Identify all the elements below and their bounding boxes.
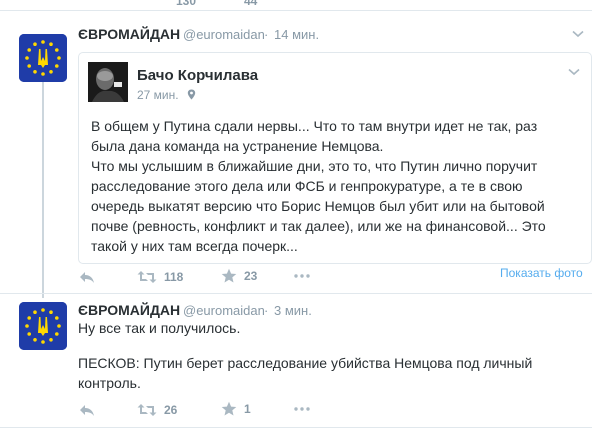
quoted-text-line: Что мы услышим в ближайшие дни, это то, …	[91, 158, 538, 174]
euromaidan-avatar[interactable]	[19, 302, 67, 350]
author-photo-icon	[88, 62, 128, 102]
reply-icon	[80, 272, 94, 283]
tweet-timestamp[interactable]: 3 мин.	[274, 303, 312, 318]
more-button[interactable]	[294, 407, 310, 411]
tweet-text-line: контроль.	[78, 375, 141, 391]
favorite-button[interactable]: 23	[221, 268, 257, 284]
quoted-text-line: была дана команда на устранение Немцова.	[91, 138, 384, 154]
star-icon	[221, 268, 237, 283]
location-pin-icon	[187, 89, 196, 100]
divider	[0, 293, 592, 294]
divider	[0, 427, 592, 428]
retweet-icon	[137, 271, 157, 283]
show-photo-link[interactable]: Показать фото	[500, 266, 583, 280]
previous-tweet-actions: 130 44	[0, 0, 592, 9]
retweet-count: 26	[164, 403, 178, 417]
euromaidan-emblem-icon	[19, 302, 67, 350]
tweet-text-line: ПЕСКОВ: Путин берет расследование убийст…	[78, 355, 533, 371]
tweet-timestamp[interactable]: 14 мин.	[274, 27, 319, 42]
tweet-author-handle[interactable]: @euromaidan	[183, 303, 265, 318]
more-button[interactable]	[294, 274, 310, 278]
star-icon	[221, 401, 237, 416]
quoted-text-line: расследование этого дела или ФСБ и генпр…	[91, 178, 523, 194]
chevron-down-icon[interactable]	[568, 68, 580, 76]
retweet-button[interactable]: 26	[137, 403, 177, 417]
retweet-count: 118	[164, 270, 184, 284]
tweet-author-name[interactable]: ЄВРОМАЙДАН	[78, 302, 180, 318]
favorite-count: 23	[244, 269, 258, 283]
quoted-author-name[interactable]: Бачо Корчилава	[137, 67, 258, 84]
previous-like-count: 44	[244, 0, 258, 8]
more-dots-icon	[294, 407, 310, 411]
quoted-text-line: В общем у Путина сдали нервы... Что то т…	[91, 118, 538, 134]
chevron-down-icon[interactable]	[572, 30, 584, 38]
favorite-button[interactable]: 1	[221, 401, 251, 417]
euromaidan-avatar[interactable]	[19, 34, 67, 82]
tweet-time-separator: ·	[264, 303, 269, 318]
quoted-tweet-card[interactable]: Бачо Корчилава 27 мин. В общем у Путина …	[78, 52, 592, 264]
quoted-tweet-text: В общем у Путина сдали нервы... Что то т…	[91, 116, 586, 256]
quoted-author-avatar[interactable]	[88, 62, 128, 102]
tweet-time-separator: ·	[264, 27, 269, 42]
tweet-text-line: Ну все так и получилось.	[78, 320, 241, 336]
reply-button[interactable]	[78, 270, 96, 284]
divider	[0, 10, 592, 11]
quoted-text-line: такой у них там всегда почерк...	[91, 238, 298, 254]
previous-retweet-count: 130	[176, 0, 197, 8]
tweet-author-handle[interactable]: @euromaidan	[183, 27, 265, 42]
more-dots-icon	[294, 274, 310, 278]
tweet-author-name[interactable]: ЄВРОМАЙДАН	[78, 26, 180, 42]
favorite-count: 1	[244, 402, 251, 416]
quoted-text-line: почве (ревность, конфликт и так далее), …	[91, 218, 546, 234]
retweet-icon	[137, 404, 157, 416]
euromaidan-emblem-icon	[19, 34, 67, 82]
retweet-button[interactable]: 118	[137, 270, 183, 284]
reply-icon	[80, 405, 94, 416]
quoted-time-text: 27 мин.	[137, 88, 179, 102]
quoted-text-line: очередь выкатят версию что Борис Немцов …	[91, 198, 545, 214]
quoted-timestamp[interactable]: 27 мин.	[137, 88, 196, 102]
thread-line	[42, 82, 44, 298]
reply-button[interactable]	[78, 403, 96, 417]
